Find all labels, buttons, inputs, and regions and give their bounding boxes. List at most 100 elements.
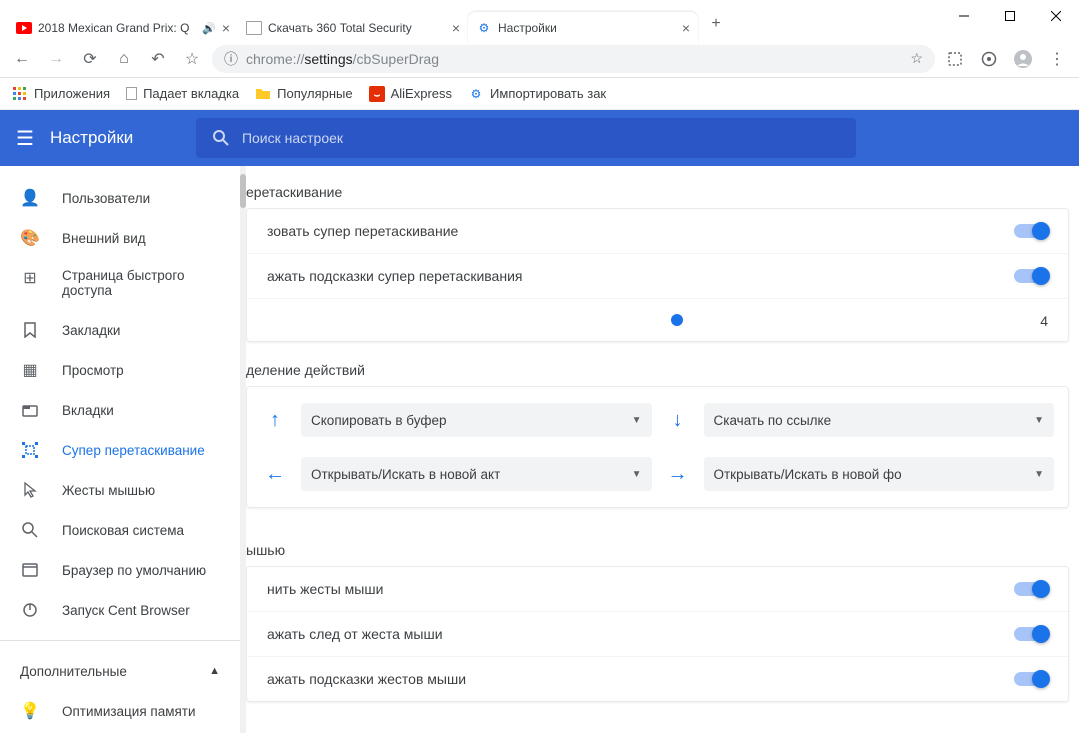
close-icon[interactable]: × [452,20,460,36]
gear-icon: ⚙ [476,20,492,36]
page-icon [246,21,262,35]
window-controls [941,0,1079,32]
arrow-left-icon: ← [261,463,289,486]
dropdown-action-right[interactable]: Открывать/Искать в новой фо▼ [704,457,1055,491]
download-icon[interactable] [975,45,1003,73]
browser-tab-0[interactable]: 2018 Mexican Grand Prix: Q 🔊 × [8,12,238,44]
reload-button[interactable]: ⟳ [76,45,104,73]
sidebar-item-quickaccess[interactable]: ⊞Страница быстрого доступа [0,258,240,310]
caret-down-icon: ▼ [632,415,642,426]
settings-sidebar: 👤Пользователи 🎨Внешний вид ⊞Страница быс… [0,166,240,733]
close-icon[interactable]: × [682,20,690,36]
apps-icon [12,86,28,102]
section-title-mouse: ышью [246,524,1069,566]
dropdown-action-left[interactable]: Открывать/Искать в новой акт▼ [301,457,652,491]
profile-icon[interactable] [1009,45,1037,73]
undo-button[interactable]: ↶ [144,45,172,73]
close-button[interactable] [1033,0,1079,32]
palette-icon: 🎨 [20,228,40,248]
bookmark-item[interactable]: Падает вкладка [126,86,239,101]
bookmark-icon [20,320,40,340]
bulb-icon: 💡 [20,701,40,721]
minimize-button[interactable] [941,0,987,32]
card-actions: ↑ Скопировать в буфер▼ ↓ Скачать по ссыл… [246,386,1069,508]
hamburger-icon[interactable]: ☰ [16,126,34,151]
row-enable-gestures: нить жесты мыши [247,567,1068,611]
drag-icon [20,440,40,460]
page-title: Настройки [50,128,180,148]
arrow-right-icon: → [664,463,692,486]
new-tab-button[interactable]: + [702,10,730,38]
maximize-button[interactable] [987,0,1033,32]
sidebar-scrollbar[interactable] [240,166,246,733]
power-icon [20,600,40,620]
bookmark-item[interactable]: Популярные [255,86,352,102]
browser-tab-2[interactable]: ⚙ Настройки × [468,12,698,44]
toggle-show-hints[interactable] [1014,269,1048,283]
sidebar-item-appearance[interactable]: 🎨Внешний вид [0,218,240,258]
search-placeholder: Поиск настроек [242,130,343,146]
toggle-gesture-hints[interactable] [1014,672,1048,686]
bookmark-label: Импортировать зак [490,86,606,101]
star-button[interactable]: ☆ [178,45,206,73]
scrollbar-thumb[interactable] [240,174,246,208]
window-titlebar: 2018 Mexican Grand Prix: Q 🔊 × Скачать 3… [0,0,1079,40]
toggle-enable-superdrag[interactable] [1014,224,1048,238]
settings-search[interactable]: Поиск настроек [196,118,856,158]
dropdown-action-up[interactable]: Скопировать в буфер▼ [301,403,652,437]
toggle-enable-gestures[interactable] [1014,582,1048,596]
browser-tab-1[interactable]: Скачать 360 Total Security × [238,12,468,44]
speaker-icon[interactable]: 🔊 [202,22,216,35]
forward-button[interactable]: → [42,45,70,73]
row-show-hints: ажать подсказки супер перетаскивания [247,253,1068,298]
bookmarks-bar: Приложения Падает вкладка Популярные ⌣ A… [0,78,1079,110]
slider-thumb[interactable] [671,314,683,326]
sidebar-item-search[interactable]: Поисковая система [0,510,240,550]
bookmark-star-icon[interactable]: ☆ [910,50,923,67]
slider-value: 4 [1040,313,1048,329]
extension-icon[interactable] [941,45,969,73]
tab-title: 2018 Mexican Grand Prix: Q [38,21,196,35]
gear-icon: ⚙ [468,86,484,102]
sidebar-item-bookmarks[interactable]: Закладки [0,310,240,350]
grid-icon: ▦ [20,360,40,380]
card-superdrag: зовать супер перетаскивание ажать подска… [246,208,1069,342]
address-bar[interactable]: ⓘ chrome://settings/cbSuperDrag ☆ [212,45,935,73]
sidebar-advanced-toggle[interactable]: Дополнительные▲ [0,651,240,691]
close-icon[interactable]: × [222,20,230,36]
sidebar-item-tabs[interactable]: Вкладки [0,390,240,430]
search-icon [20,520,40,540]
sidebar-item-defaultbrowser[interactable]: Браузер по умолчанию [0,550,240,590]
bookmark-label: Популярные [277,86,352,101]
back-button[interactable]: ← [8,45,36,73]
sidebar-item-browse[interactable]: ▦Просмотр [0,350,240,390]
search-icon [212,129,230,147]
sidebar-item-startup[interactable]: Запуск Cent Browser [0,590,240,630]
row-gesture-trail: ажать след от жеста мыши [247,611,1068,656]
youtube-icon [16,20,32,36]
sidebar-item-mousegestures[interactable]: Жесты мышью [0,470,240,510]
tab-icon [20,400,40,420]
menu-icon[interactable]: ⋮ [1043,45,1071,73]
row-gesture-hints: ажать подсказки жестов мыши [247,656,1068,701]
section-title-drag: еретаскивание [246,166,1069,208]
sidebar-item-users[interactable]: 👤Пользователи [0,178,240,218]
home-button[interactable]: ⌂ [110,45,138,73]
info-icon[interactable]: ⓘ [224,49,238,69]
aliexpress-icon: ⌣ [369,86,385,102]
settings-header: ☰ Настройки Поиск настроек [0,110,1079,166]
svg-text:⌣: ⌣ [373,90,380,101]
card-mouse: нить жесты мыши ажать след от жеста мыши… [246,566,1069,702]
caret-down-icon: ▼ [1034,469,1044,480]
apps-button[interactable]: Приложения [12,86,110,102]
url-text: chrome://settings/cbSuperDrag [246,51,439,67]
row-enable-superdrag: зовать супер перетаскивание [247,209,1068,253]
dropdown-action-down[interactable]: Скачать по ссылке▼ [704,403,1055,437]
bookmark-item[interactable]: ⚙ Импортировать зак [468,86,606,102]
sidebar-item-memory[interactable]: 💡Оптимизация памяти [0,691,240,731]
sidebar-item-superdrag[interactable]: Супер перетаскивание [0,430,240,470]
bookmark-label: Падает вкладка [143,86,239,101]
bookmark-label: Приложения [34,86,110,101]
bookmark-item[interactable]: ⌣ AliExpress [369,86,452,102]
toggle-gesture-trail[interactable] [1014,627,1048,641]
